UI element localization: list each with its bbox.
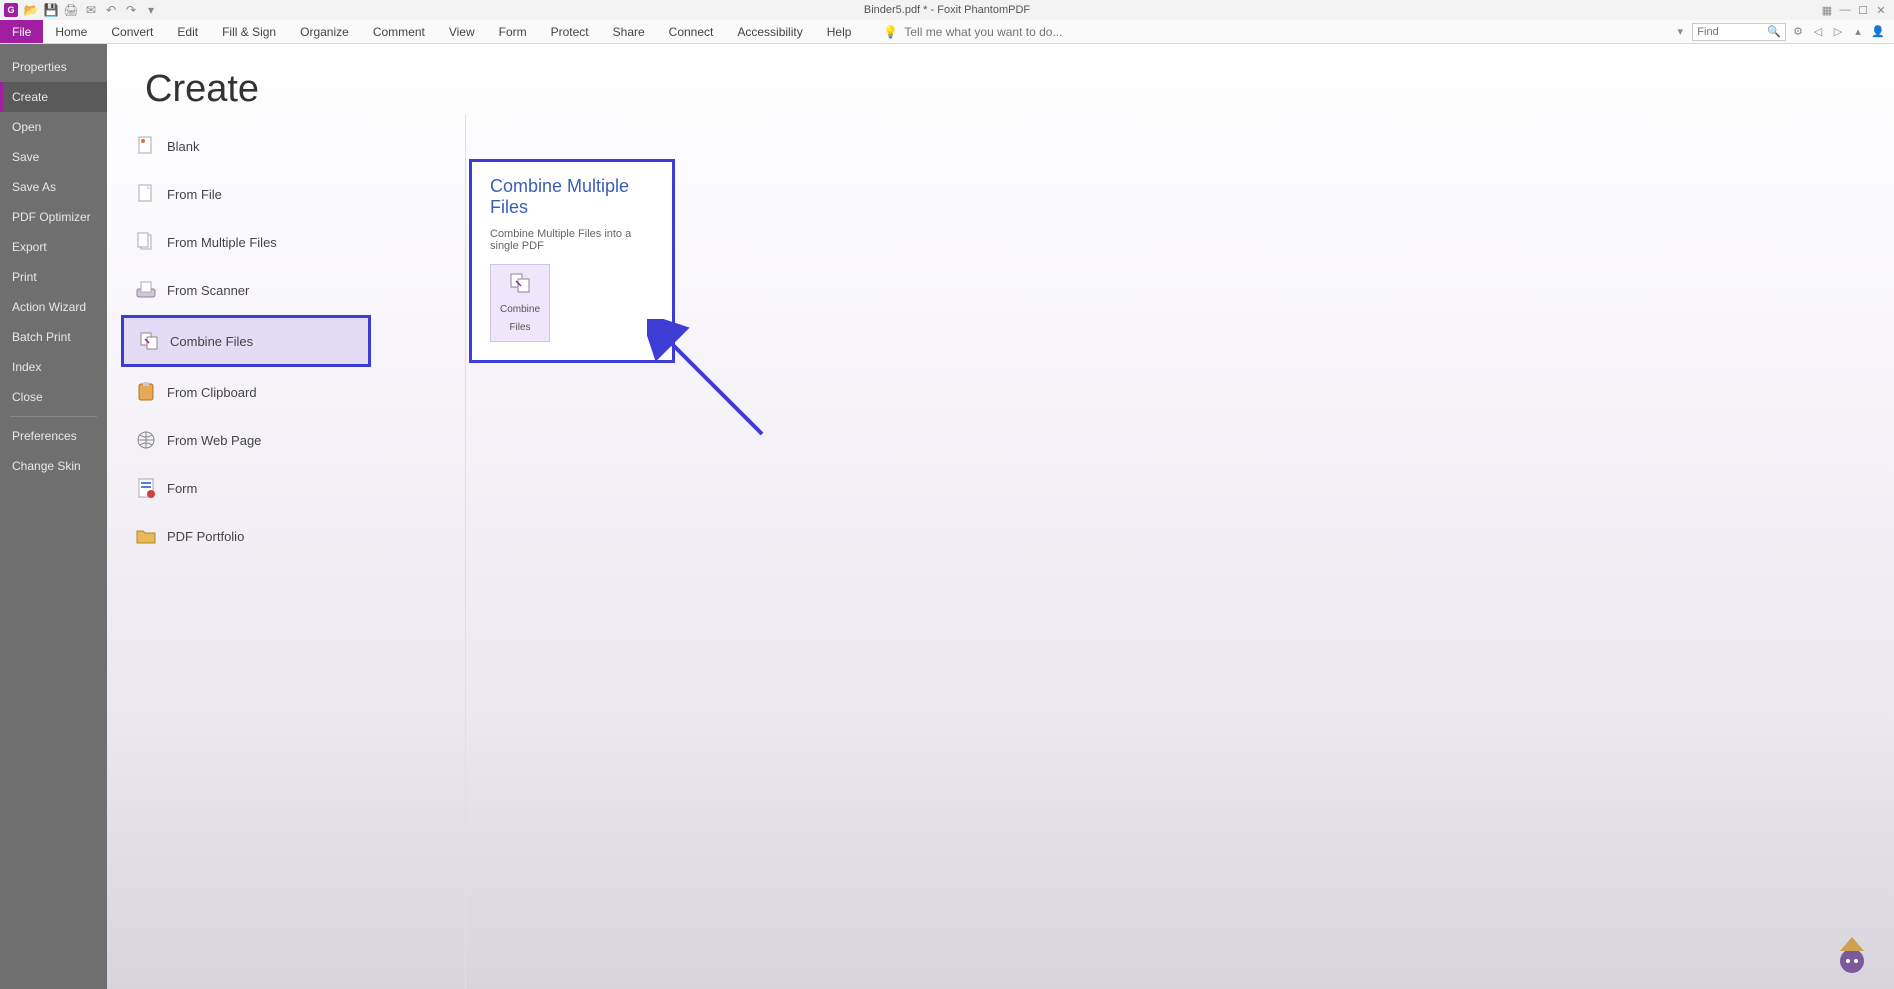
tab-protect[interactable]: Protect bbox=[539, 20, 601, 43]
sidebar-item-action-wizard[interactable]: Action Wizard bbox=[0, 292, 107, 322]
tell-me-search[interactable]: 💡 bbox=[883, 20, 1164, 43]
sidebar-item-create[interactable]: Create bbox=[0, 82, 107, 112]
from-file-icon bbox=[135, 183, 157, 205]
tab-accessibility[interactable]: Accessibility bbox=[725, 20, 814, 43]
detail-title: Combine Multiple Files bbox=[490, 176, 654, 218]
bulb-icon: 💡 bbox=[883, 25, 898, 39]
tell-me-input[interactable] bbox=[904, 25, 1164, 39]
vertical-divider bbox=[465, 114, 466, 989]
combine-files-detail-panel: Combine Multiple Files Combine Multiple … bbox=[469, 159, 675, 363]
sidebar-item-open[interactable]: Open bbox=[0, 112, 107, 142]
sidebar-item-print[interactable]: Print bbox=[0, 262, 107, 292]
open-icon[interactable]: 📂 bbox=[24, 3, 38, 17]
create-option-label: Form bbox=[167, 481, 197, 496]
redo-icon[interactable]: ↷ bbox=[124, 3, 138, 17]
tab-form[interactable]: Form bbox=[487, 20, 539, 43]
tab-connect[interactable]: Connect bbox=[657, 20, 726, 43]
sidebar-item-index[interactable]: Index bbox=[0, 352, 107, 382]
collapse-ribbon-icon[interactable]: ▴ bbox=[1850, 24, 1866, 40]
create-option-label: Blank bbox=[167, 139, 200, 154]
create-option-label: Combine Files bbox=[170, 334, 253, 349]
title-bar: G 📂 💾 🖨 ✉ ↶ ↷ ▾ Binder5.pdf * - Foxit Ph… bbox=[0, 0, 1894, 20]
assistant-mascot-icon[interactable] bbox=[1830, 933, 1874, 977]
sidebar-item-save[interactable]: Save bbox=[0, 142, 107, 172]
create-option-blank[interactable]: Blank bbox=[121, 123, 371, 169]
tab-organize[interactable]: Organize bbox=[288, 20, 361, 43]
sidebar-divider bbox=[10, 416, 97, 417]
sidebar-item-close[interactable]: Close bbox=[0, 382, 107, 412]
sidebar-item-save-as[interactable]: Save As bbox=[0, 172, 107, 202]
create-options-list: Blank From File From Multiple Files From… bbox=[121, 123, 371, 559]
scanner-icon bbox=[135, 279, 157, 301]
create-option-label: PDF Portfolio bbox=[167, 529, 244, 544]
search-icon[interactable]: 🔍 bbox=[1767, 25, 1781, 38]
folder-icon bbox=[135, 525, 157, 547]
tab-comment[interactable]: Comment bbox=[361, 20, 437, 43]
combine-files-button[interactable]: Combine Files bbox=[490, 264, 550, 342]
save-icon[interactable]: 💾 bbox=[44, 3, 58, 17]
create-option-combine-files[interactable]: Combine Files bbox=[121, 315, 371, 367]
sidebar-item-preferences[interactable]: Preferences bbox=[0, 421, 107, 451]
minimize-icon[interactable]: ― bbox=[1838, 3, 1852, 17]
prev-icon[interactable]: ◁ bbox=[1810, 24, 1826, 40]
quick-access-toolbar: G 📂 💾 🖨 ✉ ↶ ↷ ▾ bbox=[0, 3, 158, 17]
tab-view[interactable]: View bbox=[437, 20, 487, 43]
user-icon[interactable]: 👤 bbox=[1870, 24, 1886, 40]
tab-home[interactable]: Home bbox=[43, 20, 99, 43]
create-option-from-multiple-files[interactable]: From Multiple Files bbox=[121, 219, 371, 265]
ribbon-tabs: File Home Convert Edit Fill & Sign Organ… bbox=[0, 20, 1894, 44]
dropdown-icon[interactable]: ▾ bbox=[1672, 24, 1688, 40]
sidebar-item-export[interactable]: Export bbox=[0, 232, 107, 262]
window-title: Binder5.pdf * - Foxit PhantomPDF bbox=[864, 4, 1030, 16]
sidebar-item-change-skin[interactable]: Change Skin bbox=[0, 451, 107, 481]
globe-icon bbox=[135, 429, 157, 451]
sidebar-item-batch-print[interactable]: Batch Print bbox=[0, 322, 107, 352]
find-options-icon[interactable]: ⚙ bbox=[1790, 24, 1806, 40]
blank-page-icon bbox=[135, 135, 157, 157]
tab-file[interactable]: File bbox=[0, 20, 43, 43]
app-icon: G bbox=[4, 3, 18, 17]
tab-share[interactable]: Share bbox=[601, 20, 657, 43]
window-controls: ▦ ― ☐ ✕ bbox=[1820, 3, 1894, 17]
find-input[interactable] bbox=[1697, 26, 1767, 38]
clipboard-icon bbox=[135, 381, 157, 403]
create-option-from-scanner[interactable]: From Scanner bbox=[121, 267, 371, 313]
create-panel: Create Blank From File From Multiple Fil… bbox=[107, 44, 1894, 989]
file-menu-sidebar: Properties Create Open Save Save As PDF … bbox=[0, 44, 107, 989]
email-icon[interactable]: ✉ bbox=[84, 3, 98, 17]
grid-icon[interactable]: ▦ bbox=[1820, 3, 1834, 17]
tab-convert[interactable]: Convert bbox=[99, 20, 165, 43]
create-option-from-clipboard[interactable]: From Clipboard bbox=[121, 369, 371, 415]
create-option-label: From Scanner bbox=[167, 283, 249, 298]
multiple-files-icon bbox=[135, 231, 157, 253]
sidebar-item-pdf-optimizer[interactable]: PDF Optimizer bbox=[0, 202, 107, 232]
combine-files-icon bbox=[138, 330, 160, 352]
create-option-label: From Clipboard bbox=[167, 385, 257, 400]
maximize-icon[interactable]: ☐ bbox=[1856, 3, 1870, 17]
next-icon[interactable]: ▷ bbox=[1830, 24, 1846, 40]
create-option-form[interactable]: Form bbox=[121, 465, 371, 511]
combine-files-button-label: Combine Files bbox=[500, 304, 540, 333]
create-option-from-web-page[interactable]: From Web Page bbox=[121, 417, 371, 463]
print-icon[interactable]: 🖨 bbox=[64, 3, 78, 17]
find-box[interactable]: 🔍 bbox=[1692, 23, 1786, 41]
qat-dropdown-icon[interactable]: ▾ bbox=[144, 3, 158, 17]
close-window-icon[interactable]: ✕ bbox=[1874, 3, 1888, 17]
tab-fill-sign[interactable]: Fill & Sign bbox=[210, 20, 288, 43]
detail-description: Combine Multiple Files into a single PDF bbox=[490, 228, 654, 252]
create-option-label: From File bbox=[167, 187, 222, 202]
form-icon bbox=[135, 477, 157, 499]
create-option-pdf-portfolio[interactable]: PDF Portfolio bbox=[121, 513, 371, 559]
create-option-label: From Web Page bbox=[167, 433, 261, 448]
undo-icon[interactable]: ↶ bbox=[104, 3, 118, 17]
create-option-label: From Multiple Files bbox=[167, 235, 277, 250]
page-title: Create bbox=[107, 44, 1894, 121]
combine-files-action-icon bbox=[508, 271, 532, 295]
tab-edit[interactable]: Edit bbox=[165, 20, 210, 43]
tab-help[interactable]: Help bbox=[815, 20, 864, 43]
sidebar-item-properties[interactable]: Properties bbox=[0, 52, 107, 82]
create-option-from-file[interactable]: From File bbox=[121, 171, 371, 217]
